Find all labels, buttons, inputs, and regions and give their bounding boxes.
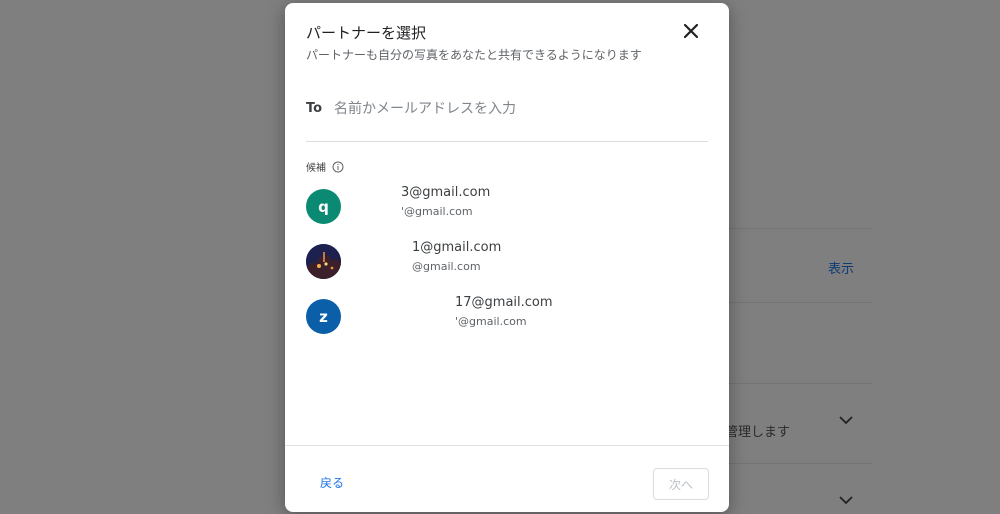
contact-email: @gmail.com [412,260,481,273]
contact-email: '@gmail.com [401,205,473,218]
contact-name: 3@gmail.com [401,185,491,200]
next-button[interactable]: 次へ [653,468,709,500]
close-button[interactable] [676,18,706,48]
chevron-down-icon [838,412,854,428]
avatar: q [306,189,341,224]
contact-email: '@gmail.com [455,315,527,328]
avatar: z [306,299,341,334]
contact-item[interactable]: q 3@gmail.com '@gmail.com [306,185,708,231]
contact-item[interactable]: 1@gmail.com @gmail.com [306,240,708,286]
select-partner-dialog: パートナーを選択 パートナーも自分の写真をあなたと共有できるようになります To… [285,3,729,512]
to-label: To [306,101,323,116]
background-show-link: 表示 [828,262,855,277]
close-icon [683,23,699,43]
dialog-title: パートナーを選択 [306,24,427,42]
recipient-input[interactable] [334,95,704,123]
photo-avatar [306,244,341,279]
dialog-subtitle: パートナーも自分の写真をあなたと共有できるようになります [306,48,642,62]
info-icon[interactable] [332,158,344,173]
recipient-row: To [306,93,708,142]
suggestions-label: 候補 [306,163,326,174]
contact-name: 1@gmail.com [412,240,502,255]
contact-item[interactable]: z 17@gmail.com '@gmail.com [306,295,708,341]
footer-divider [285,445,729,446]
back-button[interactable]: 戻る [320,474,344,491]
contact-name: 17@gmail.com [455,295,553,310]
chevron-down-icon [838,492,854,508]
